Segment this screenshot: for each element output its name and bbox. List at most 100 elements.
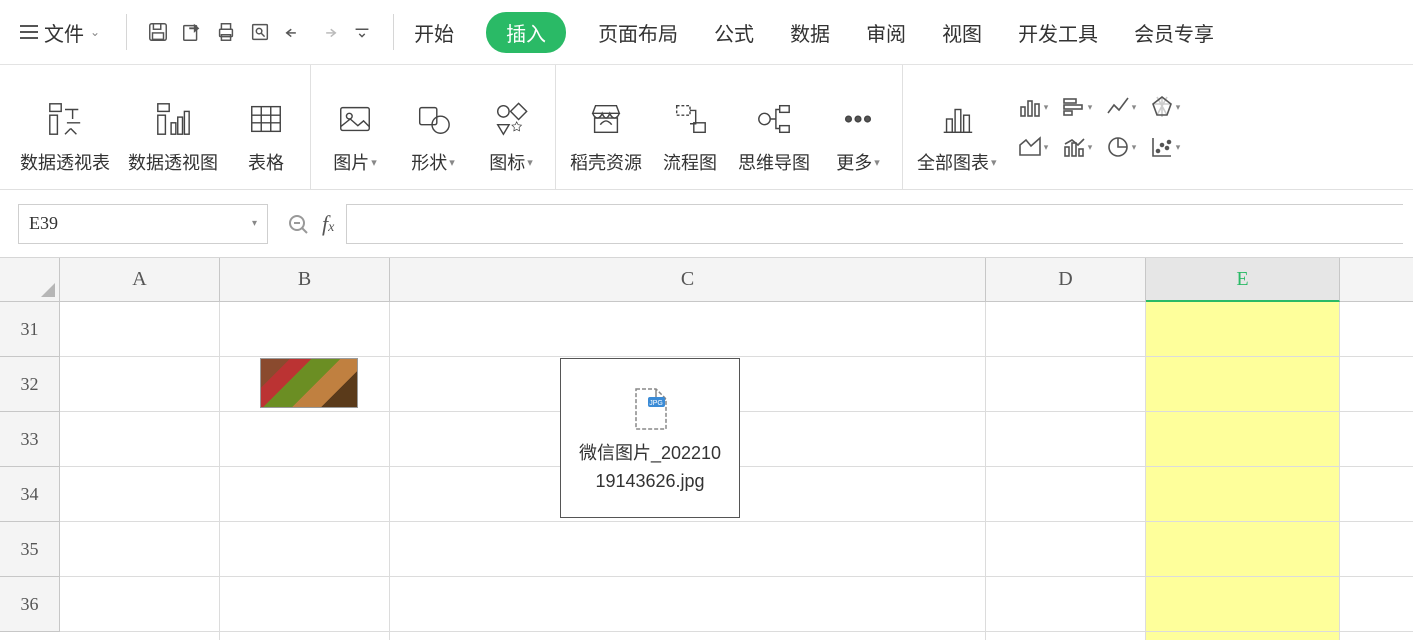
tab-review[interactable]: 审阅 (862, 12, 910, 53)
pivot-chart-icon (154, 100, 192, 138)
shapes-label: 形状 (411, 149, 447, 175)
picture-button[interactable]: 图片▾ (325, 65, 385, 189)
pivot-chart-button[interactable]: 数据透视图 (128, 65, 218, 189)
tab-insert[interactable]: 插入 (486, 12, 566, 53)
ribbon-group-charts: 全部图表▾ ▾ ▾ ▾ ▾ ▾ ▾ ▾ ▾ (902, 65, 1197, 189)
bar-chart-icon (938, 100, 976, 138)
tab-formulas[interactable]: 公式 (710, 12, 758, 53)
pivot-table-icon (46, 100, 84, 138)
all-charts-label: 全部图表 (917, 149, 989, 175)
scatter-chart-icon[interactable]: ▾ (1147, 129, 1183, 165)
row-header[interactable]: 31 (0, 302, 60, 357)
redo-icon[interactable] (313, 17, 343, 47)
tab-page-layout[interactable]: 页面布局 (594, 12, 682, 53)
flowchart-icon (671, 100, 709, 138)
formula-area: fx (286, 204, 1403, 244)
line-chart-icon[interactable]: ▾ (1103, 89, 1139, 125)
row-header[interactable]: 36 (0, 577, 60, 632)
bar-chart-icon[interactable]: ▾ (1059, 89, 1095, 125)
pivot-chart-label: 数据透视图 (128, 149, 218, 175)
dropdown-icon: ▾ (371, 156, 377, 169)
tab-data[interactable]: 数据 (786, 12, 834, 53)
row-header[interactable]: 35 (0, 522, 60, 577)
file-menu-label: 文件 (44, 18, 84, 47)
column-header[interactable]: C (390, 258, 986, 302)
row-header[interactable]: 32 (0, 357, 60, 412)
separator (126, 14, 127, 50)
export-icon[interactable] (177, 17, 207, 47)
pie-chart-icon[interactable]: ▾ (1103, 129, 1139, 165)
ribbon-group-resources: 稻壳资源 流程图 思维导图 更多▾ (555, 65, 902, 189)
table-button[interactable]: 表格 (236, 65, 296, 189)
menubar: 文件 ⌄ 开始 插入 页面布局 公式 数据 审阅 视图 开发工具 会员专享 (0, 0, 1413, 65)
store-icon (587, 100, 625, 138)
spreadsheet-grid: 31 32 33 34 35 36 A B C D E (0, 258, 1413, 640)
tab-dev-tools[interactable]: 开发工具 (1014, 12, 1102, 53)
select-all-corner[interactable] (0, 258, 60, 302)
mindmap-button[interactable]: 思维导图 (738, 65, 810, 189)
area-chart-icon[interactable]: ▾ (1015, 129, 1051, 165)
formula-bar: E39 ▾ fx (0, 190, 1413, 258)
hamburger-icon (20, 25, 38, 39)
embedded-file-object[interactable]: JPG 微信图片_202210 19143626.jpg (560, 358, 740, 518)
fx-icon[interactable]: fx (322, 211, 334, 237)
combo-chart-icon[interactable]: ▾ (1059, 129, 1095, 165)
ribbon-tabs: 开始 插入 页面布局 公式 数据 审阅 视图 开发工具 会员专享 (410, 12, 1218, 53)
dropdown-icon: ▾ (449, 156, 455, 169)
embedded-file-name-2: 19143626.jpg (595, 471, 704, 492)
print-icon[interactable] (211, 17, 241, 47)
pivot-table-button[interactable]: 数据透视表 (20, 65, 110, 189)
chart-types-grid: ▾ ▾ ▾ ▾ ▾ ▾ ▾ ▾ (1015, 65, 1183, 189)
shapes-button[interactable]: 形状▾ (403, 65, 463, 189)
separator (393, 14, 394, 50)
column-header[interactable]: B (220, 258, 390, 302)
preview-icon[interactable] (245, 17, 275, 47)
save-icon[interactable] (143, 17, 173, 47)
cancel-formula-icon[interactable] (286, 212, 310, 236)
row-header[interactable]: 34 (0, 467, 60, 522)
radar-chart-icon[interactable]: ▾ (1147, 89, 1183, 125)
cells-area[interactable]: JPG 微信图片_202210 19143626.jpg (60, 302, 1413, 640)
flowchart-button[interactable]: 流程图 (660, 65, 720, 189)
dropdown-icon: ▾ (874, 156, 880, 169)
column-chart-icon[interactable]: ▾ (1015, 89, 1051, 125)
shapes-icon (414, 100, 452, 138)
flowchart-label: 流程图 (663, 149, 717, 175)
jpg-file-icon: JPG (626, 385, 674, 433)
row-headers: 31 32 33 34 35 36 (0, 302, 60, 632)
qat-customize-icon[interactable] (347, 17, 377, 47)
column-header[interactable] (1340, 258, 1413, 302)
formula-input[interactable] (346, 204, 1403, 244)
ribbon-group-illustrations: 图片▾ 形状▾ 图标▾ (310, 65, 555, 189)
chevron-down-icon: ⌄ (90, 25, 100, 39)
icons-label: 图标 (489, 149, 525, 175)
mindmap-icon (755, 100, 793, 138)
undo-icon[interactable] (279, 17, 309, 47)
row-header[interactable]: 33 (0, 412, 60, 467)
picture-label: 图片 (333, 149, 369, 175)
tab-view[interactable]: 视图 (938, 12, 986, 53)
docer-button[interactable]: 稻壳资源 (570, 65, 642, 189)
more-label: 更多 (836, 149, 872, 175)
table-icon (247, 100, 285, 138)
tab-start[interactable]: 开始 (410, 12, 458, 53)
more-button[interactable]: 更多▾ (828, 65, 888, 189)
column-headers: A B C D E (60, 258, 1413, 302)
icons-button[interactable]: 图标▾ (481, 65, 541, 189)
embedded-image[interactable] (260, 358, 358, 408)
picture-icon (336, 100, 374, 138)
tab-member[interactable]: 会员专享 (1130, 12, 1218, 53)
ribbon-group-tables: 数据透视表 数据透视图 表格 (6, 65, 310, 189)
column-header[interactable]: A (60, 258, 220, 302)
dropdown-icon: ▾ (527, 156, 533, 169)
dropdown-icon: ▾ (252, 218, 257, 229)
mindmap-label: 思维导图 (738, 149, 810, 175)
column-header[interactable]: D (986, 258, 1146, 302)
file-menu-button[interactable]: 文件 ⌄ (10, 12, 110, 53)
more-icon (839, 100, 877, 138)
name-box[interactable]: E39 ▾ (18, 204, 268, 244)
pivot-table-label: 数据透视表 (20, 149, 110, 175)
svg-text:JPG: JPG (649, 400, 663, 407)
column-header-selected[interactable]: E (1146, 258, 1340, 302)
all-charts-button[interactable]: 全部图表▾ (917, 65, 997, 189)
